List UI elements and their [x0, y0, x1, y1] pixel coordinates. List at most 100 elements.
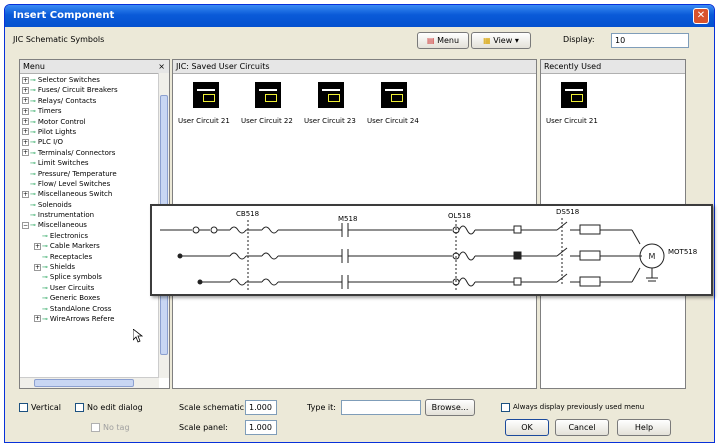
recent-circuit-21-label[interactable]: User Circuit 21 — [546, 117, 598, 125]
expand-toggle-icon[interactable]: + — [22, 138, 29, 146]
expand-toggle-icon[interactable]: + — [22, 128, 29, 136]
expand-toggle-icon[interactable]: + — [34, 315, 41, 323]
close-button[interactable]: ✕ — [693, 8, 709, 24]
expand-toggle-icon[interactable]: + — [22, 190, 29, 198]
menu-tree-item[interactable]: ⊸ Generic Boxes — [22, 293, 158, 303]
title-bar: Insert Component ✕ — [5, 5, 714, 27]
tree-item-label: Limit Switches — [37, 159, 89, 168]
browse-button[interactable]: Browse... — [425, 399, 475, 416]
view-icon: ▦ — [483, 36, 491, 45]
menu-tree-item[interactable]: ⊸ Electronics — [22, 231, 158, 241]
tree-node-icon: ⊸ — [30, 107, 36, 116]
menu-tree-item[interactable]: + ⊸ Selector Switches — [22, 75, 158, 85]
menu-tree-item[interactable]: ⊸ Solenoids — [22, 200, 158, 210]
motor-label: MOT518 — [668, 248, 698, 256]
chevron-down-icon: ▾ — [514, 36, 519, 45]
menu-tree-item[interactable]: − ⊸ Miscellaneous — [22, 220, 158, 230]
view-button[interactable]: ▦ View ▾ — [471, 32, 531, 49]
menu-tree-item[interactable]: + ⊸ Pilot Lights — [22, 127, 158, 137]
tree-item-label: Miscellaneous — [37, 221, 87, 230]
menu-tree-item[interactable]: ⊸ StandAlone Cross — [22, 304, 158, 314]
expand-toggle-icon[interactable]: + — [22, 97, 29, 105]
menu-tree-item[interactable]: + ⊸ Relays/ Contacts — [22, 96, 158, 106]
tree-item-label: Miscellaneous Switch — [37, 190, 113, 199]
menu-tree-item[interactable]: + ⊸ Fuses/ Circuit Breakers — [22, 85, 158, 95]
menu-tree-item[interactable]: ⊸ Flow/ Level Switches — [22, 179, 158, 189]
user-circuit-22-label[interactable]: User Circuit 22 — [241, 117, 293, 125]
display-label: Display: — [563, 35, 595, 44]
expand-toggle-icon[interactable]: + — [22, 149, 29, 157]
vertical-label: Vertical — [31, 403, 61, 412]
menu-tree-item[interactable]: + ⊸ Terminals/ Connectors — [22, 148, 158, 158]
menu-tree-item[interactable]: + ⊸ PLC I/O — [22, 137, 158, 147]
menu-panel-header: Menu × — [20, 60, 169, 74]
menu-tree-item[interactable]: + ⊸ Timers — [22, 106, 158, 116]
scale-schematic-label: Scale schematic: — [179, 403, 247, 412]
expand-toggle-icon[interactable]: + — [22, 118, 29, 126]
user-circuit-22-icon[interactable] — [255, 82, 281, 108]
tree-item-label: Splice symbols — [49, 273, 102, 282]
user-circuit-23-icon[interactable] — [318, 82, 344, 108]
menu-tree-item[interactable]: ⊸ Receptacles — [22, 252, 158, 262]
menu-tree: + ⊸ Selector Switches + ⊸ Fuses/ Circuit Brea… — [22, 75, 158, 324]
recent-circuit-21-icon[interactable] — [561, 82, 587, 108]
display-input[interactable]: 10 — [611, 33, 689, 48]
close-menu-icon[interactable]: × — [158, 60, 165, 73]
user-circuit-24-icon[interactable] — [381, 82, 407, 108]
expand-toggle-icon[interactable]: + — [34, 242, 41, 250]
tree-node-icon: ⊸ — [42, 242, 48, 251]
expand-toggle-icon[interactable]: + — [22, 107, 29, 115]
expand-toggle-icon[interactable]: + — [34, 263, 41, 271]
always-display-checkbox[interactable] — [501, 403, 510, 412]
tree-item-label: Timers — [37, 107, 62, 116]
type-it-input[interactable] — [341, 400, 421, 415]
menu-tree-item[interactable]: + ⊸ Motor Control — [22, 117, 158, 127]
help-button[interactable]: Help — [617, 419, 671, 436]
user-circuit-21-label[interactable]: User Circuit 21 — [178, 117, 230, 125]
circuit-preview-popup: M CB518 M518 OL518 DS518 MOT518 — [150, 204, 713, 296]
tree-item-label: User Circuits — [49, 283, 95, 292]
no-edit-dialog-checkbox[interactable] — [75, 403, 84, 412]
tree-node-icon: ⊸ — [30, 211, 36, 220]
user-circuit-24-label[interactable]: User Circuit 24 — [367, 117, 419, 125]
vertical-checkbox[interactable] — [19, 403, 28, 412]
close-icon: ✕ — [696, 10, 706, 21]
tree-node-icon: ⊸ — [30, 221, 36, 230]
expand-toggle-icon[interactable]: + — [22, 76, 29, 84]
user-circuit-21-icon[interactable] — [193, 82, 219, 108]
tree-item-label: Shields — [49, 263, 76, 272]
menu-horizontal-scrollbar[interactable] — [20, 377, 159, 388]
menu-tree-item[interactable]: ⊸ Pressure/ Temperature — [22, 169, 158, 179]
circuit-schematic: M — [160, 218, 665, 290]
menu-icon: ▤ — [426, 36, 435, 45]
hscroll-thumb[interactable] — [34, 379, 134, 387]
ol-label: OL518 — [448, 212, 471, 220]
menu-tree-item[interactable]: ⊸ Instrumentation — [22, 210, 158, 220]
menu-tree-item[interactable]: ⊸ User Circuits — [22, 283, 158, 293]
tree-node-icon: ⊸ — [42, 263, 48, 272]
svg-text:M: M — [649, 252, 656, 261]
menu-button[interactable]: ▤ Menu — [417, 32, 469, 49]
tree-item-label: Instrumentation — [37, 211, 95, 220]
scale-panel-input[interactable]: 1.000 — [245, 420, 277, 435]
scale-schematic-input[interactable]: 1.000 — [245, 400, 277, 415]
no-edit-dialog-label: No edit dialog — [87, 403, 143, 412]
tree-node-icon: ⊸ — [42, 294, 48, 303]
menu-tree-item[interactable]: + ⊸ Cable Markers — [22, 241, 158, 251]
menu-tree-item[interactable]: + ⊸ Miscellaneous Switch — [22, 189, 158, 199]
tree-node-icon: ⊸ — [30, 200, 36, 209]
cancel-button[interactable]: Cancel — [555, 419, 609, 436]
expand-toggle-icon[interactable]: − — [22, 221, 29, 229]
menu-tree-item[interactable]: + ⊸ WireArrows Refere — [22, 314, 158, 324]
tree-node-icon: ⊸ — [30, 179, 36, 188]
menu-tree-item[interactable]: + ⊸ Shields — [22, 262, 158, 272]
no-tag-checkbox[interactable] — [91, 423, 100, 432]
menu-tree-item[interactable]: ⊸ Splice symbols — [22, 272, 158, 282]
tree-node-icon: ⊸ — [42, 283, 48, 292]
menu-tree-item[interactable]: ⊸ Limit Switches — [22, 158, 158, 168]
tree-node-icon: ⊸ — [42, 231, 48, 240]
tree-item-label: Generic Boxes — [49, 294, 100, 303]
ok-button[interactable]: OK — [505, 419, 549, 436]
user-circuit-23-label[interactable]: User Circuit 23 — [304, 117, 356, 125]
expand-toggle-icon[interactable]: + — [22, 86, 29, 94]
